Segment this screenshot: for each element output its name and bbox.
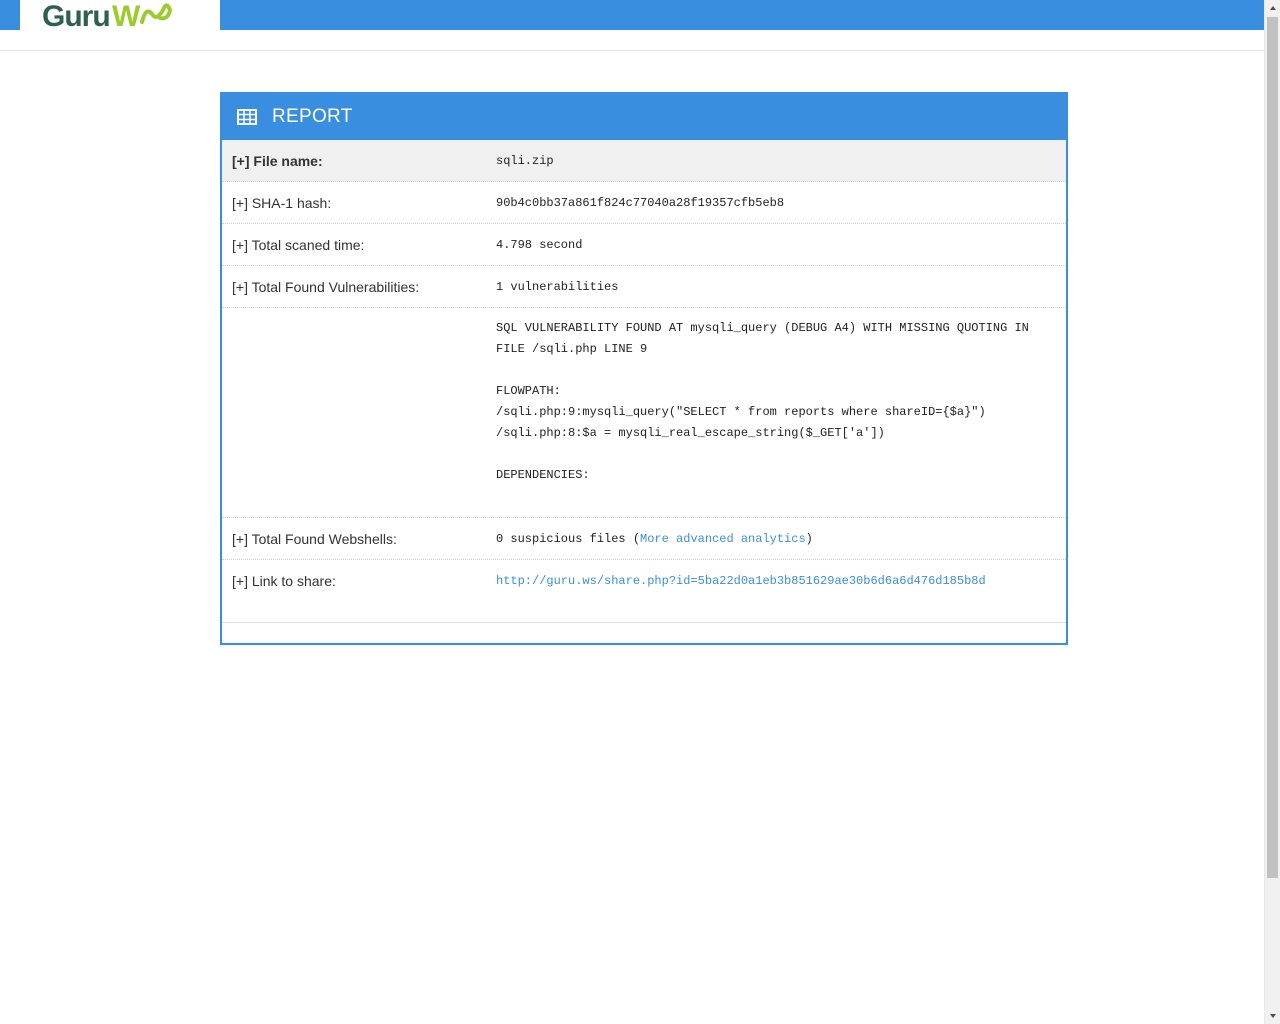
scrollbar-thumb[interactable] — [1267, 17, 1278, 878]
logo[interactable]: Guru W — [20, 0, 220, 30]
report-title: REPORT — [272, 106, 353, 127]
vulnerabilities-row: [+] Total Found Vulnerabilities: 1 vulne… — [222, 266, 1066, 308]
guruws-logo-icon: Guru W — [42, 0, 173, 30]
webshells-value: 0 suspicious files (More advanced analyt… — [486, 518, 1066, 559]
header-divider — [0, 50, 1264, 51]
scroll-down-icon[interactable] — [1265, 1008, 1280, 1024]
file-name-value: sqli.zip — [496, 154, 554, 168]
report-panel: REPORT [+] File name: sqli.zip [+] SHA-1… — [220, 92, 1068, 645]
dependencies-label: DEPENDENCIES: — [496, 468, 590, 482]
file-name-row: [+] File name: sqli.zip — [222, 140, 1066, 182]
vulnerability-detail-text: SQL VULNERABILITY FOUND AT mysqli_query … — [486, 308, 1066, 517]
file-name-label: [+] File name: — [232, 153, 323, 169]
flowpath-line-1: /sqli.php:9:mysqli_query("SELECT * from … — [496, 405, 986, 419]
flowpath-line-2: /sqli.php:8:$a = mysqli_real_escape_stri… — [496, 426, 885, 440]
sha1-label: [+] SHA-1 hash: — [232, 195, 332, 211]
share-value: http://guru.ws/share.php?id=5ba22d0a1eb3… — [486, 560, 1066, 622]
report-header: REPORT — [222, 94, 1066, 140]
scan-time-row: [+] Total scaned time: 4.798 second — [222, 224, 1066, 266]
svg-text:Guru: Guru — [42, 0, 110, 30]
share-row: [+] Link to share: http://guru.ws/share.… — [222, 560, 1066, 623]
sha1-row: [+] SHA-1 hash: 90b4c0bb37a861f824c77040… — [222, 182, 1066, 224]
webshells-count: 0 suspicious files ( — [496, 532, 641, 546]
webshells-row: [+] Total Found Webshells: 0 suspicious … — [222, 518, 1066, 560]
vulnerabilities-value: 1 vulnerabilities — [496, 280, 619, 294]
scan-time-value: 4.798 second — [496, 238, 583, 252]
sha1-value: 90b4c0bb37a861f824c77040a28f19357cfb5eb8 — [496, 196, 785, 210]
share-label: [+] Link to share: — [232, 573, 336, 589]
svg-text:W: W — [112, 0, 141, 30]
scroll-up-icon[interactable] — [1265, 0, 1280, 16]
vertical-scrollbar[interactable] — [1264, 0, 1280, 1024]
detail-label-spacer — [222, 308, 486, 517]
scan-time-label: [+] Total scaned time: — [232, 237, 365, 253]
vuln-line-2: FILE /sqli.php LINE 9 — [496, 342, 648, 356]
vuln-line-1: SQL VULNERABILITY FOUND AT mysqli_query … — [496, 321, 1029, 335]
vulnerability-detail-row: SQL VULNERABILITY FOUND AT mysqli_query … — [222, 308, 1066, 518]
vulnerabilities-label: [+] Total Found Vulnerabilities: — [232, 279, 420, 295]
advanced-analytics-link[interactable]: More advanced analytics — [640, 532, 806, 546]
webshells-label: [+] Total Found Webshells: — [232, 531, 397, 547]
table-icon — [237, 109, 257, 125]
flowpath-label: FLOWPATH: — [496, 384, 561, 398]
webshells-suffix: ) — [805, 532, 813, 546]
share-link[interactable]: http://guru.ws/share.php?id=5ba22d0a1eb3… — [496, 574, 986, 588]
